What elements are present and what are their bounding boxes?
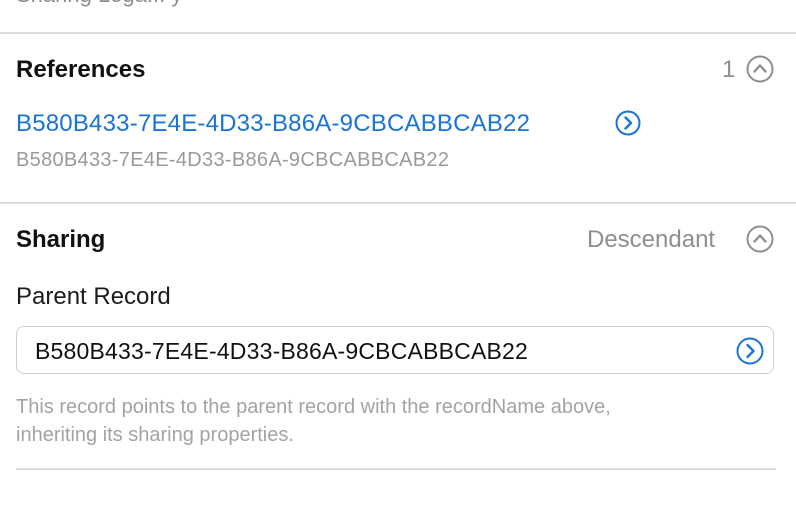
parent-record-go-icon[interactable] [735,336,765,366]
references-title: References [16,56,146,83]
section-divider [0,202,796,204]
reference-record-subtitle: B580B433-7E4E-4D33-B86A-9CBCABBCAB22 [16,149,450,171]
sharing-title: Sharing [16,226,106,253]
reference-go-icon[interactable] [614,109,642,137]
section-divider [16,468,776,470]
sharing-collapse-icon[interactable] [745,224,775,254]
parent-record-value: B580B433-7E4E-4D33-B86A-9CBCABBCAB22 [35,338,529,364]
references-collapse-icon[interactable] [745,54,775,84]
previous-section-cut-text: Sharing Lega... y [16,0,182,8]
reference-record-link[interactable]: B580B433-7E4E-4D33-B86A-9CBCABBCAB22 [16,110,530,138]
parent-record-help-text: This record points to the parent record … [16,393,776,449]
parent-record-field[interactable]: B580B433-7E4E-4D33-B86A-9CBCABBCAB22 [16,326,774,374]
help-line-1: This record points to the parent record … [16,396,611,418]
sharing-mode: Descendant [587,226,716,253]
help-line-2: inheriting its sharing properties. [16,424,294,446]
parent-record-label: Parent Record [16,283,171,310]
section-divider [0,32,796,34]
references-count: 1 [722,56,736,83]
